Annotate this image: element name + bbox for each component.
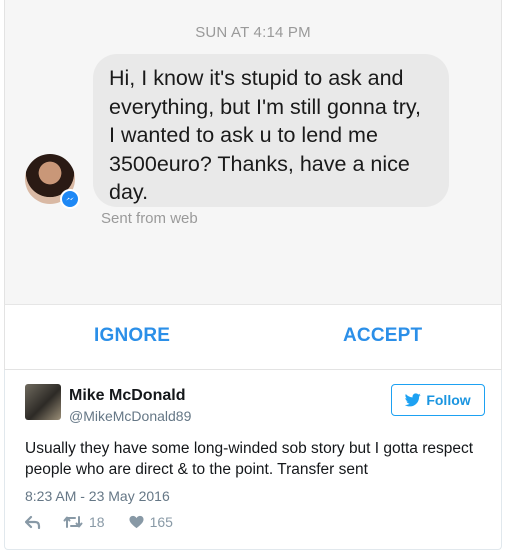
like-count: 165: [149, 514, 173, 530]
message-bubble: Hi, I know it's stupid to ask and everyt…: [93, 54, 449, 207]
follow-button[interactable]: Follow: [391, 384, 485, 416]
request-actions: IGNORE ACCEPT: [4, 304, 502, 370]
heart-icon: [129, 515, 144, 529]
ignore-button[interactable]: IGNORE: [94, 325, 170, 347]
sent-from-label: Sent from web: [101, 210, 198, 227]
tweet-timestamp[interactable]: 8:23 AM - 23 May 2016: [25, 488, 170, 504]
follow-label: Follow: [426, 392, 471, 408]
twitter-bird-icon: [405, 393, 422, 407]
embedded-tweet: Mike McDonald @MikeMcDonald89 Follow Usu…: [4, 370, 502, 550]
like-button[interactable]: 165: [129, 514, 173, 530]
messenger-request-panel: SUN AT 4:14 PM Hi, I know it's stupid to…: [4, 0, 502, 304]
message-timestamp: SUN AT 4:14 PM: [195, 24, 311, 41]
tweet-author-avatar[interactable]: [25, 384, 61, 420]
tweet-author-name[interactable]: Mike McDonald: [69, 387, 185, 405]
tweet-action-bar: 18 165: [25, 514, 173, 530]
retweet-count: 18: [89, 514, 105, 530]
tweet-author-handle[interactable]: @MikeMcDonald89: [69, 408, 191, 424]
retweet-button[interactable]: 18: [63, 514, 105, 530]
sender-avatar[interactable]: [25, 154, 80, 209]
reply-button[interactable]: [25, 515, 41, 529]
messenger-icon: [60, 189, 80, 209]
retweet-icon: [63, 516, 83, 528]
reply-icon: [25, 515, 41, 529]
accept-button[interactable]: ACCEPT: [343, 325, 422, 347]
tweet-text: Usually they have some long-winded sob s…: [25, 440, 474, 478]
